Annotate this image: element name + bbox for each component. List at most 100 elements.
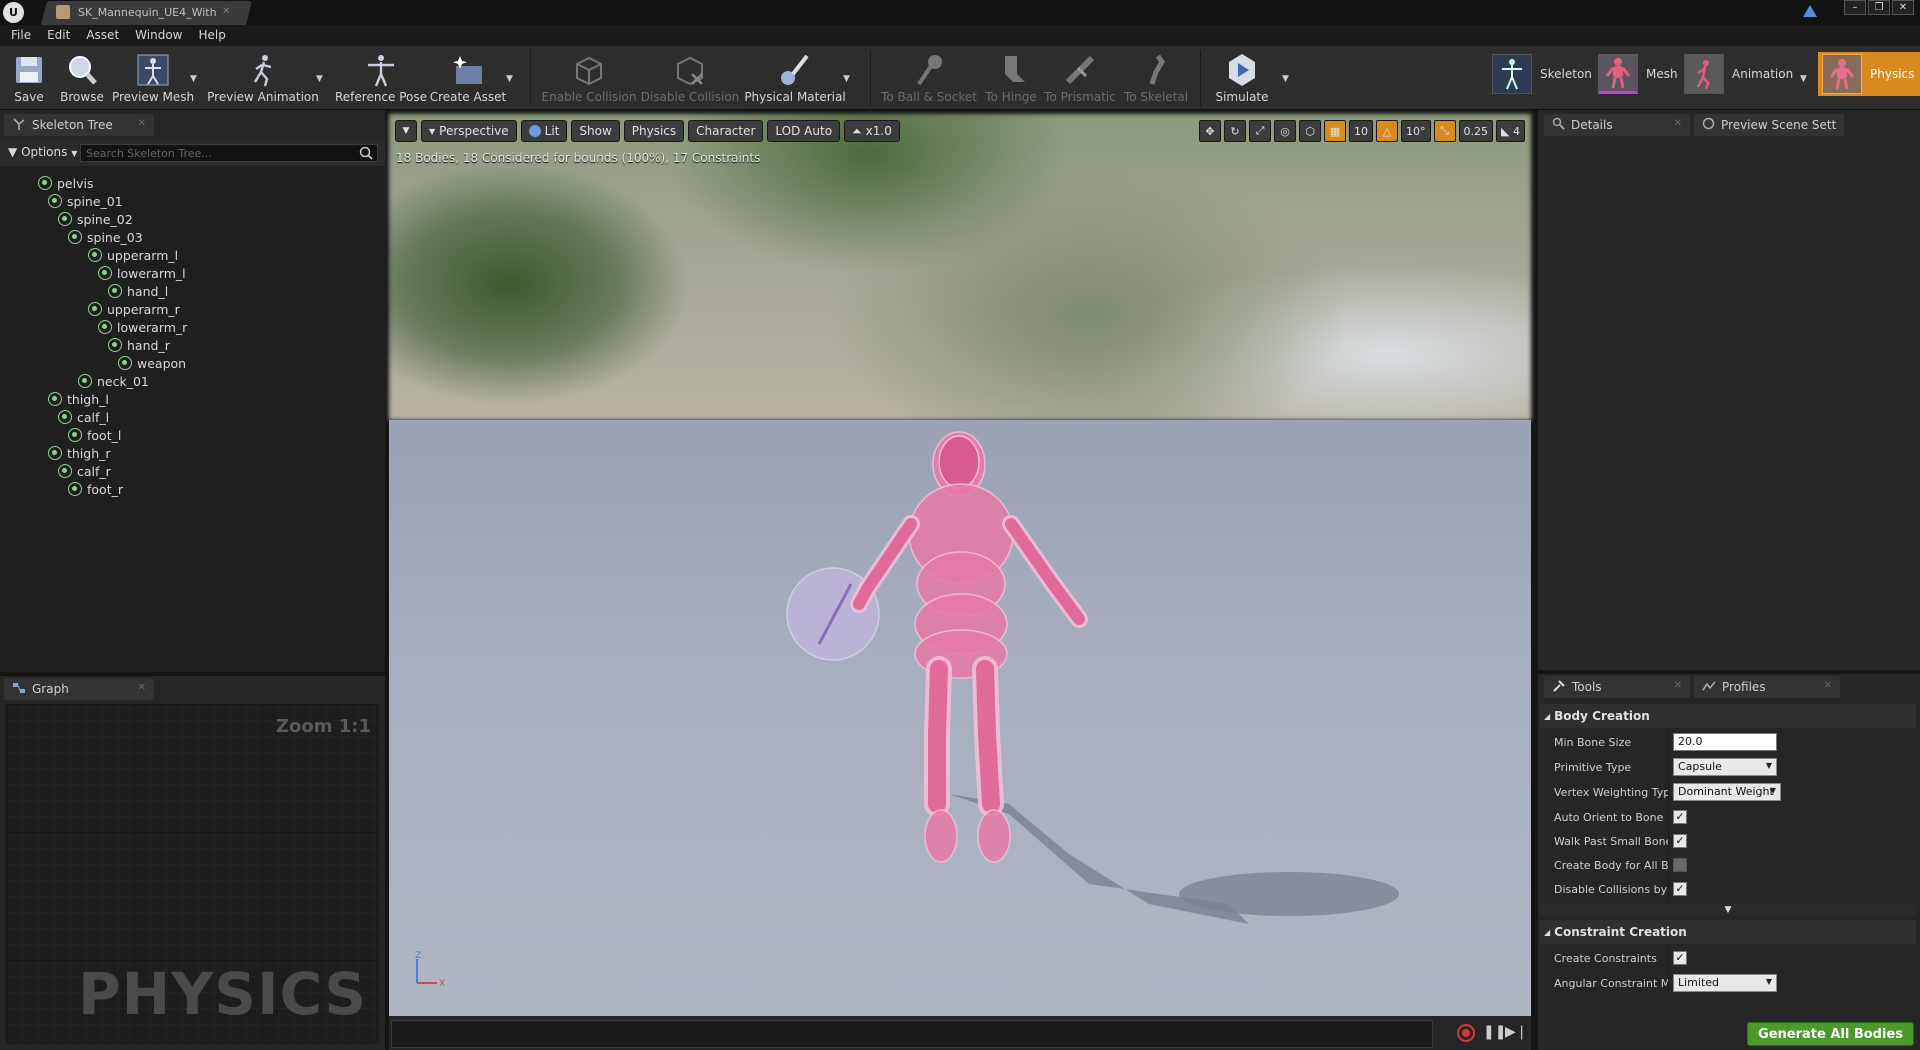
- bone-row-lowerarm_r[interactable]: lowerarm_r: [98, 318, 187, 336]
- tab-details[interactable]: Details ✕: [1544, 114, 1690, 136]
- tab-profiles[interactable]: Profiles ✕: [1694, 676, 1840, 698]
- bone-row-upperarm_r[interactable]: upperarm_r: [88, 300, 180, 318]
- perspective-button[interactable]: ▼ Perspective: [421, 120, 517, 142]
- generate-all-bodies-button[interactable]: Generate All Bodies: [1747, 1022, 1914, 1046]
- close-tab-icon[interactable]: ✕: [1674, 680, 1682, 691]
- angular-constraint-select[interactable]: Limited: [1673, 974, 1777, 992]
- playback-speed-button[interactable]: ⏶ x1.0: [844, 120, 900, 142]
- tab-skeleton-tree[interactable]: Skeleton Tree ✕: [4, 114, 154, 136]
- preview-mesh-button[interactable]: Preview Mesh: [112, 48, 194, 108]
- physical-material-button[interactable]: Physical Material: [744, 48, 846, 108]
- bone-row-hand_r[interactable]: hand_r: [108, 336, 170, 354]
- vertex-weighting-select[interactable]: Dominant Weight: [1673, 783, 1781, 801]
- bone-row-foot_l[interactable]: foot_l: [68, 426, 121, 444]
- mode-physics[interactable]: Physics: [1818, 52, 1920, 96]
- menu-help[interactable]: Help: [192, 25, 235, 46]
- bone-row-weapon[interactable]: weapon: [118, 354, 186, 372]
- bone-row-lowerarm_l[interactable]: lowerarm_l: [98, 264, 186, 282]
- tab-tools[interactable]: Tools ✕: [1544, 676, 1690, 698]
- preview-animation-dropdown-icon[interactable]: ▼: [316, 74, 323, 84]
- save-button[interactable]: Save: [10, 48, 48, 108]
- grid-snap-value[interactable]: 10: [1349, 120, 1374, 142]
- auto-orient-checkbox[interactable]: ✓: [1673, 810, 1687, 824]
- bone-row-pelvis[interactable]: pelvis: [38, 174, 93, 192]
- viewport-options-dropdown[interactable]: ▼: [395, 120, 417, 142]
- tab-graph[interactable]: Graph ✕: [4, 678, 154, 700]
- options-dropdown[interactable]: ▼ Options ▼: [8, 145, 77, 159]
- bone-row-foot_r[interactable]: foot_r: [68, 480, 123, 498]
- source-control-icon[interactable]: [1801, 3, 1819, 19]
- advanced-expander-icon[interactable]: ▼: [1540, 904, 1916, 916]
- close-tab-icon[interactable]: ✕: [1824, 680, 1832, 691]
- rotation-snap-value[interactable]: 10°: [1401, 120, 1431, 142]
- simulate-button[interactable]: Simulate: [1212, 48, 1272, 108]
- min-bone-size-field[interactable]: 20.0: [1673, 733, 1777, 751]
- grid-snap-icon[interactable]: ▦: [1324, 120, 1347, 142]
- close-tab-icon[interactable]: ✕: [138, 682, 146, 693]
- menu-edit[interactable]: Edit: [41, 25, 80, 46]
- create-asset-button[interactable]: Create Asset: [430, 48, 506, 108]
- scale-icon[interactable]: ⤢: [1249, 120, 1272, 142]
- step-forward-button[interactable]: ▶❘: [1505, 1024, 1528, 1042]
- translate-icon[interactable]: ✥: [1199, 120, 1222, 142]
- rotation-snap-icon[interactable]: △: [1376, 120, 1399, 142]
- constraint-creation-header[interactable]: ◢ Constraint Creation: [1540, 920, 1916, 944]
- browse-button[interactable]: Browse: [58, 48, 106, 108]
- lod-button[interactable]: LOD Auto: [767, 120, 841, 142]
- menu-file[interactable]: File: [5, 25, 41, 46]
- reference-pose-button[interactable]: Reference Pose: [335, 48, 427, 108]
- minimize-button[interactable]: –: [1844, 0, 1866, 15]
- to-skeletal-button[interactable]: To Skeletal: [1124, 48, 1188, 108]
- tab-preview-scene-settings[interactable]: Preview Scene Sett: [1694, 114, 1844, 136]
- skeleton-search-input[interactable]: Search Skeleton Tree...: [80, 144, 378, 162]
- close-tab-icon[interactable]: ✕: [138, 118, 146, 129]
- create-body-all-checkbox[interactable]: [1673, 858, 1687, 872]
- close-tab-icon[interactable]: ✕: [222, 6, 230, 17]
- create-asset-dropdown-icon[interactable]: ▼: [506, 74, 513, 84]
- walk-past-checkbox[interactable]: ✓: [1673, 834, 1687, 848]
- bone-row-hand_l[interactable]: hand_l: [108, 282, 168, 300]
- preview-animation-button[interactable]: Preview Animation: [207, 48, 319, 108]
- to-prismatic-button[interactable]: To Prismatic: [1044, 48, 1116, 108]
- bone-row-spine_02[interactable]: spine_02: [58, 210, 133, 228]
- preview-mesh-dropdown-icon[interactable]: ▼: [190, 74, 197, 84]
- simulate-dropdown-icon[interactable]: ▼: [1282, 74, 1289, 84]
- character-button[interactable]: Character: [688, 120, 764, 142]
- show-button[interactable]: Show: [571, 120, 620, 142]
- world-local-icon[interactable]: ◎: [1274, 120, 1297, 142]
- bone-row-calf_l[interactable]: calf_l: [58, 408, 109, 426]
- bone-row-neck_01[interactable]: neck_01: [78, 372, 149, 390]
- bone-row-calf_r[interactable]: calf_r: [58, 462, 111, 480]
- scale-snap-icon[interactable]: ⤡: [1433, 120, 1456, 142]
- disable-collisions-checkbox[interactable]: ✓: [1673, 882, 1687, 896]
- mode-mesh[interactable]: Mesh: [1594, 52, 1682, 96]
- record-button[interactable]: [1457, 1024, 1475, 1042]
- physics-mannequin[interactable]: [389, 114, 1531, 1016]
- scale-snap-value[interactable]: 0.25: [1458, 120, 1494, 142]
- create-constraints-checkbox[interactable]: ✓: [1673, 951, 1687, 965]
- enable-collision-button[interactable]: Enable Collision: [542, 48, 636, 108]
- camera-speed-button[interactable]: ◣ 4: [1496, 120, 1525, 142]
- physics-button[interactable]: Physics: [623, 120, 685, 142]
- lit-button[interactable]: Lit: [520, 120, 568, 142]
- document-tab[interactable]: SK_Mannequin_UE4_With: [56, 5, 217, 19]
- bone-row-spine_01[interactable]: spine_01: [48, 192, 123, 210]
- surface-snap-icon[interactable]: ⬡: [1299, 120, 1322, 142]
- menu-window[interactable]: Window: [129, 25, 192, 46]
- pause-button[interactable]: ❚❚: [1483, 1024, 1506, 1042]
- timeline-scrubber[interactable]: [391, 1020, 1433, 1048]
- bone-row-thigh_l[interactable]: thigh_l: [48, 390, 109, 408]
- restore-button[interactable]: ❐: [1868, 0, 1890, 15]
- physical-material-dropdown-icon[interactable]: ▼: [843, 74, 850, 84]
- close-tab-icon[interactable]: ✕: [1674, 118, 1682, 129]
- primitive-type-select[interactable]: Capsule: [1673, 758, 1777, 776]
- disable-collision-button[interactable]: Disable Collision: [641, 48, 739, 108]
- graph-canvas[interactable]: Zoom 1:1 PHYSICS: [6, 704, 379, 1044]
- mode-animation[interactable]: Animation: [1680, 52, 1797, 96]
- to-ball-socket-button[interactable]: To Ball & Socket: [881, 48, 977, 108]
- bone-row-thigh_r[interactable]: thigh_r: [48, 444, 111, 462]
- rotate-icon[interactable]: ↻: [1224, 120, 1247, 142]
- bone-row-upperarm_l[interactable]: upperarm_l: [88, 246, 178, 264]
- bone-row-spine_03[interactable]: spine_03: [68, 228, 143, 246]
- to-hinge-button[interactable]: To Hinge: [982, 48, 1040, 108]
